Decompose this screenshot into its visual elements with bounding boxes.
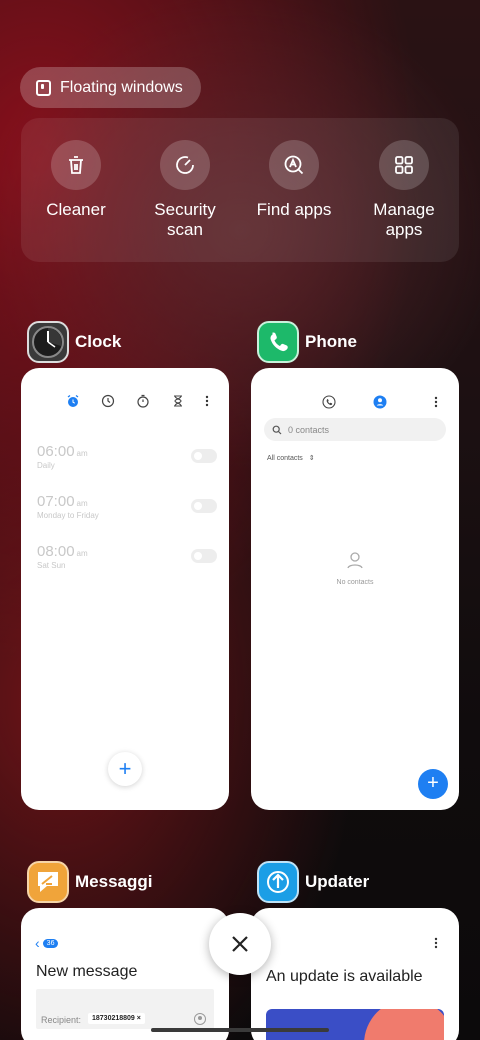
recipient-label: Recipient:	[41, 1015, 82, 1025]
updater-app-name: Updater	[305, 872, 370, 891]
alarm-ampm: am	[76, 549, 88, 558]
clock-app-header[interactable]: Clock	[27, 321, 121, 363]
trash-icon	[51, 140, 101, 190]
alarm-toggle[interactable]	[191, 549, 217, 563]
grid-icon	[379, 140, 429, 190]
alarm-time: 06:00	[37, 443, 75, 460]
update-available-title: An update is available	[266, 968, 423, 985]
alarm-time: 07:00	[37, 493, 75, 510]
messaggi-app-header[interactable]: Messaggi	[27, 861, 152, 903]
contacts-filter-label: All contacts	[267, 455, 303, 462]
find-apps-icon	[269, 140, 319, 190]
add-contact-button[interactable]: +	[418, 769, 448, 799]
no-contacts-label: No contacts	[336, 579, 374, 586]
empty-contacts-state: No contacts	[251, 550, 459, 586]
security-scan-icon	[160, 140, 210, 190]
clock-app-icon	[27, 321, 69, 363]
alarm-ampm: am	[76, 499, 88, 508]
world-clock-tab-icon[interactable]	[101, 394, 115, 408]
update-banner-image	[266, 1009, 444, 1040]
home-indicator[interactable]	[151, 1028, 329, 1032]
back-arrow-icon: ‹	[35, 935, 40, 951]
chevron-updown-icon: ⇕	[308, 455, 315, 462]
clock-app-card[interactable]: 06:00 am Daily 07:00 am Monday to Friday 0…	[21, 368, 229, 810]
contact-picker-icon[interactable]	[194, 1013, 206, 1025]
add-alarm-button[interactable]: +	[108, 752, 142, 786]
floating-windows-label: Floating windows	[60, 78, 183, 96]
more-options-icon[interactable]	[201, 394, 213, 408]
alarm-repeat: Monday to Friday	[37, 511, 99, 520]
search-icon	[272, 425, 282, 434]
more-options-icon[interactable]	[430, 936, 442, 950]
contacts-search-input[interactable]: 0 contacts	[264, 418, 446, 441]
alarm-ampm: am	[76, 449, 88, 458]
updater-app-card[interactable]: An update is available	[251, 908, 459, 1040]
alarm-toggle[interactable]	[191, 449, 217, 463]
alarm-item[interactable]: 08:00 am Sat Sun	[37, 543, 217, 583]
alarm-repeat: Sat Sun	[37, 561, 66, 570]
new-message-title: New message	[36, 963, 138, 980]
cleaner-label: Cleaner	[46, 200, 106, 219]
cleaner-button[interactable]: Cleaner	[21, 140, 131, 220]
contacts-search-placeholder: 0 contacts	[288, 424, 330, 435]
messaggi-app-icon	[27, 861, 69, 903]
manage-apps-label-text: Manage apps	[373, 200, 435, 239]
messaggi-app-name: Messaggi	[75, 872, 153, 891]
person-icon	[347, 552, 363, 569]
security-scan-label-text: Security scan	[154, 200, 216, 239]
floating-windows-button[interactable]: Floating windows	[20, 67, 201, 108]
manage-apps-label: Manage apps	[349, 200, 459, 240]
stopwatch-tab-icon[interactable]	[136, 394, 150, 408]
find-apps-button[interactable]: Find apps	[239, 140, 349, 220]
alarm-time: 08:00	[37, 543, 75, 560]
back-count-badge: 36	[42, 938, 59, 948]
phone-app-header[interactable]: Phone	[257, 321, 357, 363]
close-icon	[232, 936, 248, 952]
phone-app-icon	[257, 321, 299, 363]
alarm-toggle[interactable]	[191, 499, 217, 513]
floating-window-icon	[36, 79, 51, 96]
clock-app-name: Clock	[75, 332, 122, 351]
clock-tab-bar	[21, 394, 229, 410]
updater-app-header[interactable]: Updater	[257, 861, 369, 903]
manage-apps-button[interactable]: Manage apps	[349, 140, 459, 240]
quick-actions-panel: Cleaner Security scan Find apps Manage a…	[21, 118, 459, 262]
security-scan-button[interactable]: Security scan	[130, 140, 240, 240]
close-all-button[interactable]	[209, 913, 271, 975]
phone-app-card[interactable]: 0 contacts All contacts ⇕ No contacts +	[251, 368, 459, 810]
phone-app-name: Phone	[305, 332, 357, 351]
timer-tab-icon[interactable]	[171, 394, 185, 408]
recipient-field[interactable]: Recipient: 18730218809 ×	[36, 989, 214, 1029]
contacts-tab-icon[interactable]	[373, 395, 387, 409]
alarm-item[interactable]: 07:00 am Monday to Friday	[37, 493, 217, 533]
alarm-tab-icon[interactable]	[66, 394, 80, 408]
contacts-filter-dropdown[interactable]: All contacts ⇕	[267, 454, 315, 462]
messaggi-app-card[interactable]: ‹ 36 New message Recipient: 18730218809 …	[21, 908, 229, 1040]
recents-tab-icon[interactable]	[322, 395, 336, 409]
more-options-icon[interactable]	[430, 395, 442, 409]
find-apps-label: Find apps	[256, 200, 332, 219]
alarm-item[interactable]: 06:00 am Daily	[37, 443, 217, 483]
back-button[interactable]: ‹ 36	[35, 935, 59, 951]
security-scan-label: Security scan	[130, 200, 240, 240]
recipient-chip[interactable]: 18730218809 ×	[88, 1013, 145, 1024]
updater-app-icon	[257, 861, 299, 903]
alarm-repeat: Daily	[37, 461, 55, 470]
